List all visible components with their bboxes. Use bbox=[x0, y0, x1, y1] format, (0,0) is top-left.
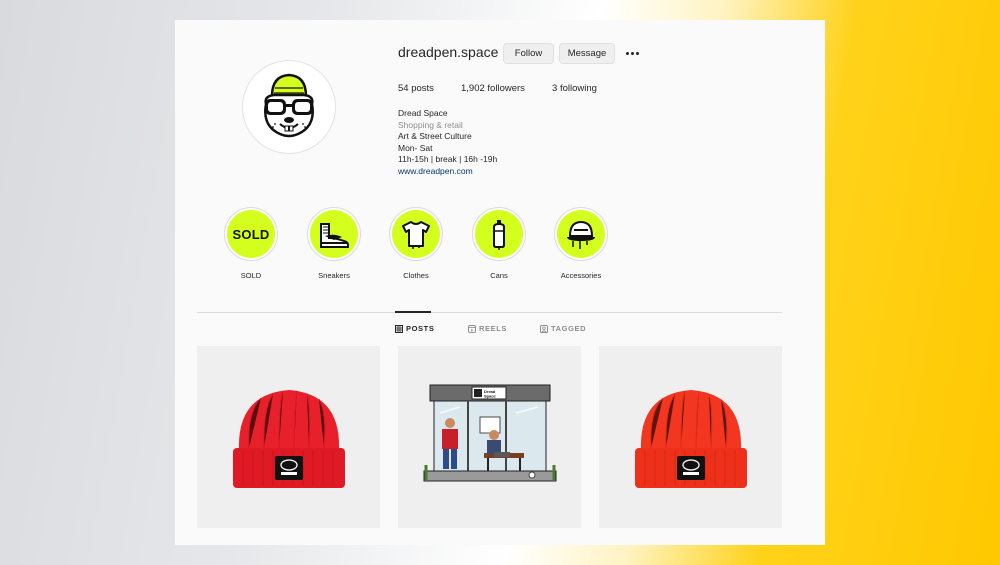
bio-line: Mon- Sat bbox=[398, 142, 433, 153]
follow-button[interactable]: Follow bbox=[503, 43, 554, 64]
post-red-beanie[interactable] bbox=[197, 346, 380, 528]
highlight-sold[interactable]: SOLD SOLD bbox=[211, 207, 291, 280]
highlight-label: Cans bbox=[490, 271, 508, 280]
more-options-icon[interactable] bbox=[624, 43, 640, 63]
tab-tagged[interactable]: TAGGED bbox=[540, 324, 586, 333]
highlight-accessories[interactable]: Accessories bbox=[541, 207, 621, 280]
tab-reels[interactable]: REELS bbox=[468, 324, 507, 333]
bio-line: 11h-15h | break | 16h -19h bbox=[398, 154, 498, 164]
cap-icon bbox=[567, 220, 595, 249]
highlight-sneakers[interactable]: Sneakers bbox=[294, 207, 374, 280]
bio-name: Dread Space bbox=[398, 108, 448, 118]
active-tab-indicator bbox=[395, 311, 431, 313]
posts-count: 54 posts bbox=[398, 83, 434, 94]
tab-label: POSTS bbox=[406, 324, 435, 333]
tabs-divider bbox=[197, 312, 782, 313]
tab-label: TAGGED bbox=[551, 324, 587, 333]
tab-posts[interactable]: POSTS bbox=[395, 324, 434, 333]
highlight-clothes[interactable]: Clothes bbox=[376, 207, 456, 280]
sold-text-icon: SOLD bbox=[232, 226, 270, 242]
highlight-label: Sneakers bbox=[318, 271, 350, 280]
posts-count-value: 54 bbox=[398, 83, 409, 94]
beanie-image bbox=[634, 390, 747, 488]
bio-category: Shopping & retail bbox=[398, 119, 463, 130]
highlight-label: Accessories bbox=[560, 271, 602, 280]
highlight-label: Clothes bbox=[403, 271, 429, 280]
followers-count-value: 1,902 bbox=[461, 83, 485, 94]
profile-page: dreadpen.space Follow Message 54 posts 1… bbox=[175, 20, 825, 545]
bus-stop-sign-line: Space bbox=[484, 394, 497, 399]
bio-line: Art & Street Culture bbox=[398, 131, 472, 141]
followers-count-label: followers bbox=[487, 83, 525, 94]
profile-username: dreadpen.space bbox=[398, 44, 499, 60]
profile-bio: Dread Space Shopping & retail Art & Stre… bbox=[398, 108, 497, 177]
following-count[interactable]: 3 following bbox=[552, 83, 597, 94]
post-bus-stop-illustration[interactable]: Dread Space bbox=[398, 346, 581, 528]
tshirt-icon bbox=[402, 221, 430, 249]
mascot-logo-icon bbox=[264, 73, 314, 138]
sneaker-icon bbox=[320, 223, 349, 248]
grid-icon bbox=[395, 324, 403, 333]
message-button[interactable]: Message bbox=[559, 43, 615, 64]
profile-avatar[interactable] bbox=[242, 60, 336, 154]
bus-stop-illustration-image: Dread Space bbox=[423, 384, 556, 482]
reels-icon bbox=[468, 324, 476, 333]
posts-count-label: posts bbox=[411, 83, 434, 94]
highlight-cans[interactable]: Cans bbox=[459, 207, 539, 280]
highlight-label: SOLD bbox=[240, 271, 262, 280]
bio-link[interactable]: www.dreadpen.com bbox=[398, 166, 497, 178]
post-red-orange-beanie[interactable] bbox=[599, 346, 782, 528]
beanie-image bbox=[232, 390, 345, 488]
following-count-value: 3 bbox=[552, 83, 558, 94]
tab-label: REELS bbox=[479, 324, 508, 333]
tagged-icon bbox=[540, 324, 548, 333]
following-count-label: following bbox=[559, 83, 597, 94]
followers-count[interactable]: 1,902 followers bbox=[461, 83, 525, 94]
spray-can-icon bbox=[493, 220, 505, 250]
